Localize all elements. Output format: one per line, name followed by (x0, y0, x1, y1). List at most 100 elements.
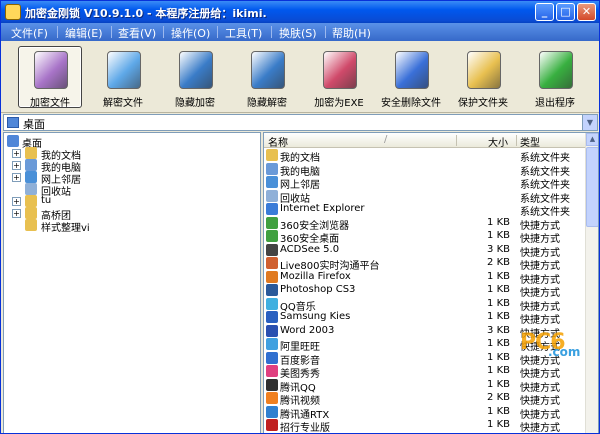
toolbar-button-5[interactable]: 安全删除文件 (379, 46, 443, 109)
list-item[interactable]: Samsung Kies 1 KB 快捷方式 (264, 311, 586, 326)
expand-toggle-icon[interactable] (12, 221, 21, 230)
address-dropdown-button[interactable]: ▼ (582, 115, 597, 130)
file-icon (266, 365, 278, 377)
encrypt-exe-icon (323, 51, 357, 89)
list-item[interactable]: 360安全桌面 1 KB 快捷方式 (264, 230, 586, 245)
tree-item-label: tu (41, 195, 52, 206)
secure-delete-icon (395, 51, 429, 89)
desktop-icon (7, 117, 19, 128)
tree-item[interactable]: + 高桥团 (12, 207, 232, 222)
header-name[interactable]: 名称 (268, 134, 288, 149)
folder-icon (25, 183, 37, 195)
list-item-name: Word 2003 (280, 324, 335, 336)
list-item-size: 1 KB (487, 338, 510, 349)
list-item-size: 2 KB (487, 392, 510, 403)
list-item[interactable]: 我的电脑 系统文件夹 (264, 162, 586, 178)
address-bar[interactable]: 桌面 ▼ (3, 114, 598, 131)
vertical-scrollbar[interactable]: ▲ (585, 133, 598, 433)
toolbar-button-6[interactable]: 保护文件夹 (451, 46, 515, 109)
list-item[interactable]: QQ音乐 1 KB 快捷方式 (264, 297, 586, 313)
close-button[interactable]: ✕ (577, 3, 596, 21)
menu-bar: 文件(F) 编辑(E) 查看(V) 操作(O) 工具(T) 换肤(S) 帮助(H… (1, 23, 599, 41)
header-type[interactable]: 类型 (520, 134, 540, 149)
file-icon (266, 324, 278, 337)
maximize-button[interactable]: □ (556, 3, 575, 21)
list-item-size: 1 KB (487, 297, 510, 309)
expand-toggle-icon[interactable]: + (12, 173, 21, 182)
menu-operate[interactable]: 操作(O) (171, 25, 210, 41)
encrypt-file-icon (34, 51, 68, 89)
app-window: 加密金刚锁 V10.9.1.0 - 本程序注册给：ikimi. _ □ ✕ 文件… (0, 0, 600, 434)
folder-icon (25, 219, 37, 231)
folder-icon (25, 147, 37, 159)
list-item[interactable]: 360安全浏览器 1 KB 快捷方式 (264, 216, 586, 232)
address-value: 桌面 (23, 118, 45, 131)
list-item[interactable]: 腾讯QQ 1 KB 快捷方式 (264, 378, 586, 394)
title-bar[interactable]: 加密金刚锁 V10.9.1.0 - 本程序注册给：ikimi. _ □ ✕ (1, 1, 599, 23)
menu-help[interactable]: 帮助(H) (332, 25, 371, 41)
list-item-size: 1 KB (487, 270, 510, 282)
scroll-up-icon[interactable]: ▲ (586, 133, 598, 146)
menu-tools[interactable]: 工具(T) (225, 25, 262, 41)
menu-skin[interactable]: 换肤(S) (279, 25, 317, 41)
expand-toggle-icon[interactable]: + (12, 161, 21, 170)
list-item[interactable]: 回收站 系统文件夹 (264, 189, 586, 205)
file-icon (266, 311, 278, 323)
scroll-thumb[interactable] (586, 147, 598, 227)
header-size[interactable]: 大小 (488, 134, 508, 149)
list-item[interactable]: Mozilla Firefox 1 KB 快捷方式 (264, 270, 586, 286)
list-item-name: Samsung Kies (280, 311, 351, 322)
folder-icon (25, 195, 37, 207)
list-item-name: 招行专业版 (280, 423, 330, 434)
list-item-name: Mozilla Firefox (280, 270, 351, 282)
menu-separator (325, 26, 326, 38)
file-icon (266, 419, 278, 431)
toolbar-button-0[interactable]: 加密文件 (18, 46, 82, 109)
list-item-size: 2 KB (487, 257, 510, 268)
list-item[interactable]: Photoshop CS3 1 KB 快捷方式 (264, 284, 586, 299)
tree-item[interactable]: + 我的文档 (12, 147, 232, 162)
toolbar-button-7[interactable]: 退出程序 (523, 46, 587, 109)
toolbar: 加密文件 解密文件 隐藏加密 隐藏解密 加密为EXE 安全删除文件 保护文件夹 退出程序 (1, 41, 599, 113)
toolbar-button-3[interactable]: 隐藏解密 (235, 46, 299, 109)
expand-toggle-icon[interactable]: + (12, 209, 21, 218)
list-item-size: 1 KB (487, 284, 510, 295)
list-item[interactable]: Live800实时沟通平台 2 KB 快捷方式 (264, 257, 586, 272)
list-item[interactable]: Internet Explorer 系统文件夹 (264, 203, 586, 218)
hide-decrypt-icon (251, 51, 285, 89)
sort-indicator-icon: / (384, 134, 388, 145)
tree-root[interactable]: 桌面 (7, 135, 207, 150)
list-item[interactable]: 招行专业版 1 KB 快捷方式 (264, 419, 586, 434)
file-list: 名称 / 大小 类型 我的文档 系统文件夹 我的电脑 系统文件夹 网上邻居 系统文件夹 回收… (263, 132, 599, 434)
menu-edit[interactable]: 编辑(E) (65, 25, 103, 41)
hide-encrypt-icon (179, 51, 213, 89)
tree-item[interactable]: 回收站 (12, 183, 232, 198)
list-item[interactable]: 腾讯通RTX 1 KB 快捷方式 (264, 405, 586, 421)
list-item[interactable]: 美图秀秀 1 KB 快捷方式 (264, 365, 586, 380)
desktop-icon (7, 135, 19, 147)
list-item-size: 3 KB (487, 324, 510, 336)
list-item[interactable]: 网上邻居 系统文件夹 (264, 176, 586, 191)
menu-file[interactable]: 文件(F) (11, 25, 48, 41)
expand-toggle-icon[interactable]: + (12, 149, 21, 158)
menu-separator (217, 26, 218, 38)
toolbar-button-4[interactable]: 加密为EXE (307, 46, 371, 109)
toolbar-button-2[interactable]: 隐藏加密 (163, 46, 227, 109)
file-icon (266, 284, 278, 296)
expand-toggle-icon[interactable] (12, 185, 21, 194)
list-item[interactable]: ACDSee 5.0 3 KB 快捷方式 (264, 243, 586, 259)
list-item[interactable]: 腾讯视频 2 KB 快捷方式 (264, 392, 586, 407)
menu-separator (111, 26, 112, 38)
minimize-button[interactable]: _ (535, 3, 554, 21)
file-icon (266, 203, 278, 215)
tree-item[interactable]: + 我的电脑 (12, 159, 232, 174)
tree-item[interactable]: 样式整理vi (12, 219, 232, 234)
list-item[interactable]: 我的文档 系统文件夹 (264, 149, 586, 164)
tree-item[interactable]: + 网上邻居 (12, 171, 232, 186)
expand-toggle-icon[interactable]: + (12, 197, 21, 206)
file-icon (266, 297, 278, 310)
toolbar-button-1[interactable]: 解密文件 (91, 46, 155, 109)
menu-view[interactable]: 查看(V) (118, 25, 156, 41)
file-icon (266, 230, 278, 242)
tree-item[interactable]: + tu (12, 195, 232, 207)
